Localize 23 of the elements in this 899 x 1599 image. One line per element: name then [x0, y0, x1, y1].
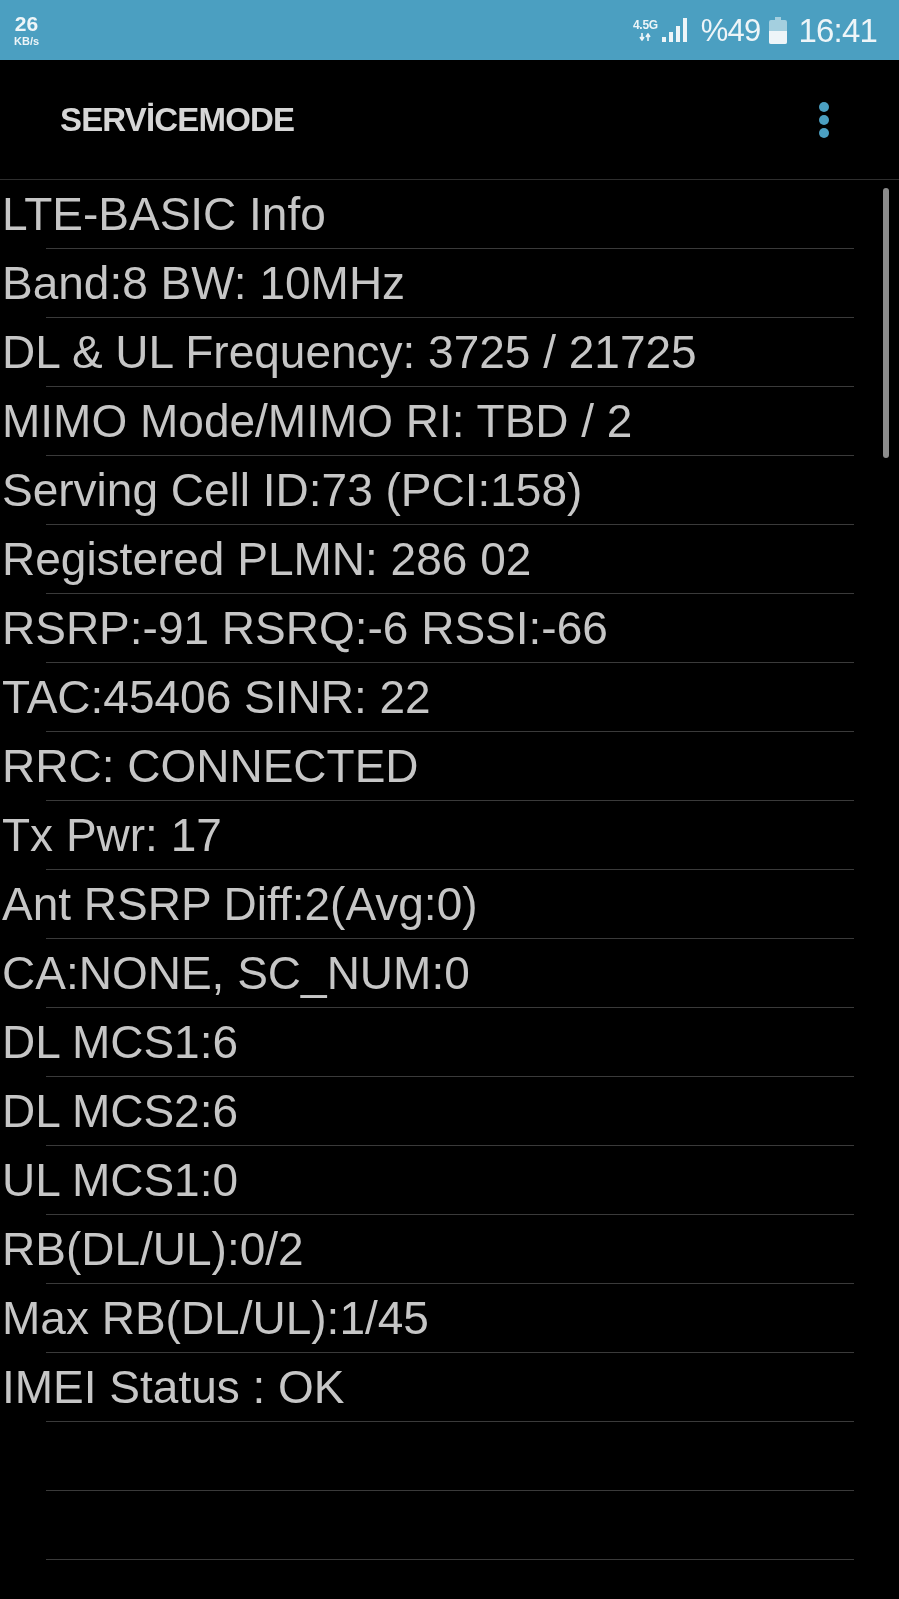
battery-icon: [768, 16, 787, 44]
data-arrows-icon: [639, 33, 652, 41]
network-type: 4.5G: [632, 19, 658, 31]
clock: 16:41: [798, 13, 877, 47]
info-line: Tx Pwr: 17: [2, 812, 222, 858]
more-options-icon[interactable]: [819, 101, 829, 138]
battery-percentage: %49: [700, 14, 761, 46]
signal-icon: [661, 18, 689, 42]
scrollbar-thumb[interactable]: [883, 188, 889, 458]
info-line: MIMO Mode/MIMO RI: TBD / 2: [2, 398, 633, 444]
info-line: TAC:45406 SINR: 22: [2, 674, 431, 720]
info-line: DL MCS1:6: [2, 1019, 239, 1065]
info-line: Band:8 BW: 10MHz: [2, 260, 406, 306]
speed-unit: KB/s: [14, 36, 40, 47]
info-line: RSRP:-91 RSRQ:-6 RSSI:-66: [2, 605, 608, 651]
info-line: DL MCS2:6: [2, 1088, 239, 1134]
network-speed: 26: [14, 13, 39, 34]
app-title: SERVİCEMODE: [60, 103, 295, 136]
info-line: UL MCS1:0: [2, 1157, 239, 1203]
info-line: CA:NONE, SC_NUM:0: [2, 950, 470, 996]
info-line: IMEI Status : OK: [2, 1364, 345, 1410]
info-line: RRC: CONNECTED: [2, 743, 419, 789]
info-line: LTE-BASIC Info: [2, 191, 326, 237]
